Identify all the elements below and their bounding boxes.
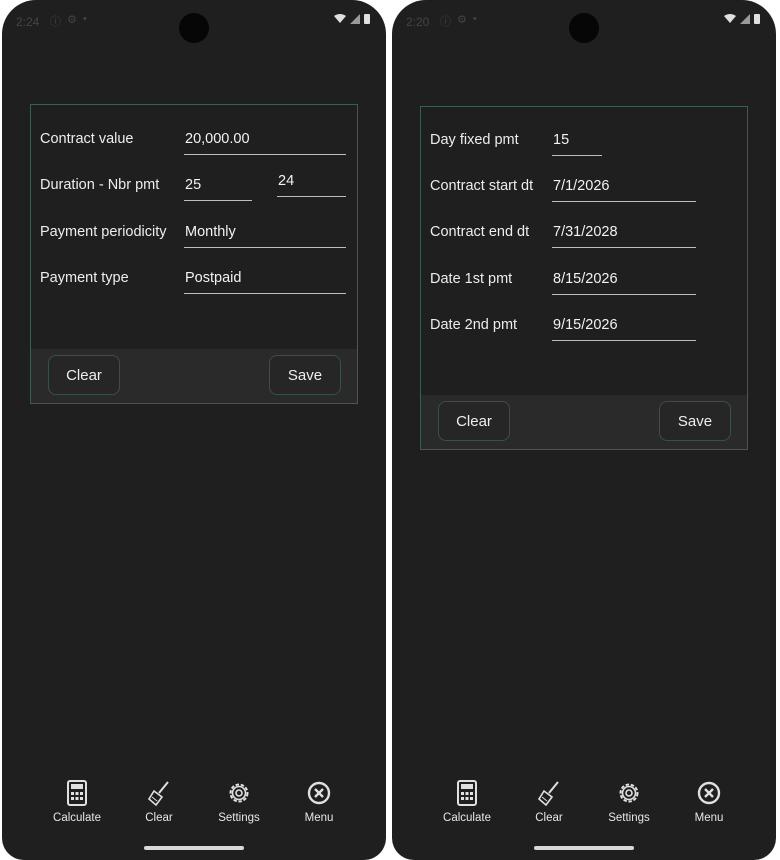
camera-cutout [569,13,599,43]
calculator-icon [67,780,87,806]
nav-menu[interactable]: Menu [284,778,354,824]
periodicity-label: Payment periodicity [40,224,167,240]
nav-clear-label: Clear [145,812,173,824]
status-indicators [334,13,370,24]
phone-screen-dates: 2:20 ⓘ ⚙ • Day fixed pmt 15 Contract sta… [392,0,776,860]
end-date-field[interactable]: 7/31/2028 [552,224,696,248]
row-end: Contract end dt 7/31/2028 [430,224,738,264]
notification-icon: • [82,13,87,25]
nav-settings-label: Settings [218,812,260,824]
row-second-pmt: Date 2nd pmt 9/15/2026 [430,317,738,357]
contract-value-field[interactable]: 20,000.00 [184,131,346,155]
nav-menu-label: Menu [304,812,334,824]
close-circle-icon [697,781,721,805]
info-icon: ⓘ [50,16,61,28]
info-icon: ⓘ [440,16,451,28]
end-label: Contract end dt [430,224,530,240]
row-payment-type: Payment type Postpaid [40,270,348,310]
close-circle-icon [307,781,331,805]
nav-calculate-label: Calculate [53,812,101,824]
signal-icon [350,13,360,24]
payment-type-field[interactable]: Postpaid [184,270,346,294]
gear-icon [619,783,639,803]
signal-icon [740,13,750,24]
duration-label: Duration - Nbr pmt [40,177,160,193]
status-indicators [724,13,760,24]
payment-type-label: Payment type [40,270,129,286]
wifi-icon [334,13,346,23]
gear-icon [229,783,249,803]
battery-icon [364,14,370,24]
home-indicator[interactable] [144,846,244,850]
status-time: 2:20 [406,15,430,29]
nav-menu[interactable]: Menu [674,778,744,824]
button-bar: Clear Save [31,349,357,403]
gear-icon: ⚙ [67,14,77,26]
periodicity-field[interactable]: Monthly [184,224,346,248]
row-first-pmt: Date 1st pmt 8/15/2026 [430,271,738,311]
status-icons: ⓘ ⚙ • [440,13,477,29]
save-button[interactable]: Save [659,401,731,441]
broom-icon [537,781,559,807]
first-pmt-field[interactable]: 8/15/2026 [552,271,696,295]
nav-settings[interactable]: Settings [204,778,274,824]
button-bar: Clear Save [421,395,747,449]
nav-clear[interactable]: Clear [514,778,584,824]
nav-menu-label: Menu [694,812,724,824]
clear-button[interactable]: Clear [48,355,120,395]
phone-screen-contract: 2:24 ⓘ ⚙ • Contract value 20,000.00 Dura… [2,0,386,860]
second-pmt-field[interactable]: 9/15/2026 [552,317,696,341]
nav-settings[interactable]: Settings [594,778,664,824]
start-date-field[interactable]: 7/1/2026 [552,178,696,202]
row-day-fixed: Day fixed pmt 15 [430,132,738,172]
day-fixed-field[interactable]: 15 [552,132,602,156]
nav-clear-label: Clear [535,812,563,824]
row-duration: Duration - Nbr pmt 25 24 [40,173,348,217]
gear-icon: ⚙ [457,14,467,26]
row-start: Contract start dt 7/1/2026 [430,178,738,218]
wifi-icon [724,13,736,23]
contract-value-label: Contract value [40,131,134,147]
save-button[interactable]: Save [269,355,341,395]
calculator-icon [457,780,477,806]
nav-calculate-label: Calculate [443,812,491,824]
clear-button[interactable]: Clear [438,401,510,441]
row-periodicity: Payment periodicity Monthly [40,224,348,264]
nav-calculate[interactable]: Calculate [42,778,112,824]
duration-field[interactable]: 25 [184,177,252,201]
broom-icon [147,781,169,807]
nbr-pmt-field[interactable]: 24 [277,173,346,197]
battery-icon [754,14,760,24]
second-pmt-label: Date 2nd pmt [430,317,518,333]
nav-clear[interactable]: Clear [124,778,194,824]
nav-settings-label: Settings [608,812,650,824]
first-pmt-label: Date 1st pmt [430,271,513,287]
bottom-nav: Calculate Clear Settings Menu [392,778,776,838]
status-icons: ⓘ ⚙ • [50,13,87,29]
row-contract-value: Contract value 20,000.00 [40,131,348,171]
start-label: Contract start dt [430,178,534,194]
dates-form-card: Day fixed pmt 15 Contract start dt 7/1/2… [420,106,748,450]
bottom-nav: Calculate Clear Settings Menu [2,778,386,838]
notification-icon: • [472,13,477,25]
camera-cutout [179,13,209,43]
status-time: 2:24 [16,15,40,29]
home-indicator[interactable] [534,846,634,850]
day-fixed-label: Day fixed pmt [430,132,519,148]
contract-form-card: Contract value 20,000.00 Duration - Nbr … [30,104,358,404]
nav-calculate[interactable]: Calculate [432,778,502,824]
